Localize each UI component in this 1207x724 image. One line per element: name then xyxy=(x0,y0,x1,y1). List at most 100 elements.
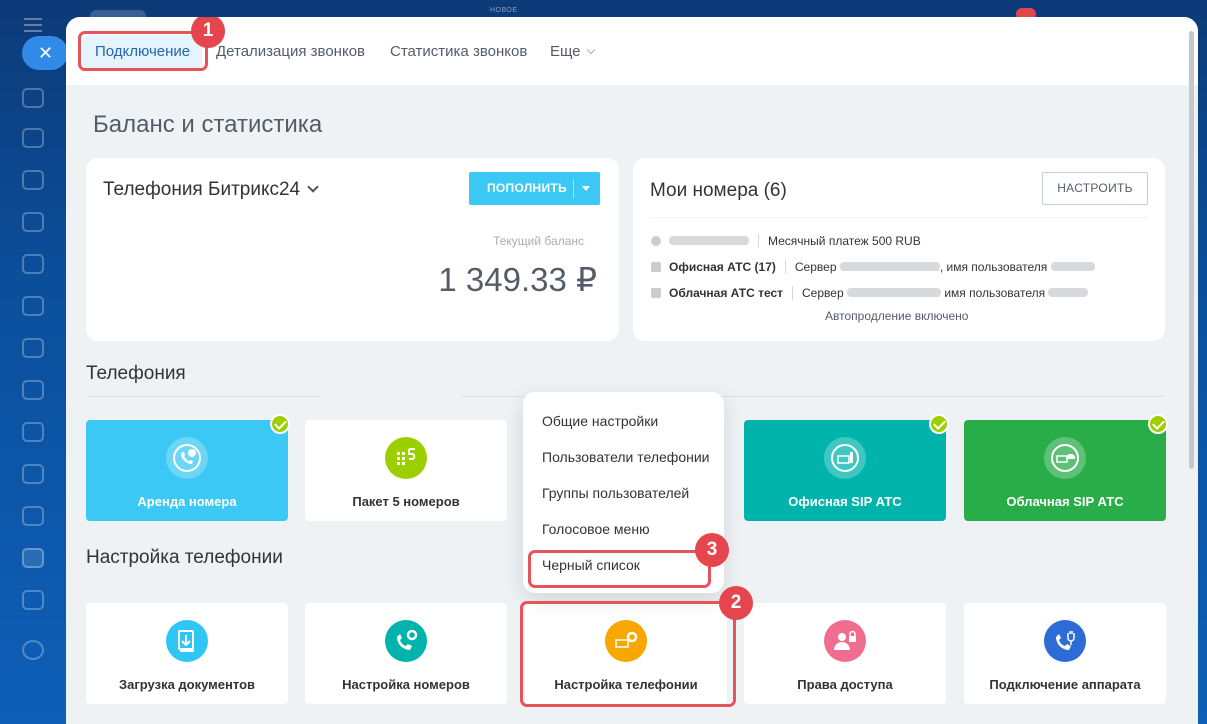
balance-label: Текущий баланс xyxy=(493,234,584,248)
pbx-icon xyxy=(651,288,661,298)
number-name: Офисная АТС (17) xyxy=(669,260,776,274)
section-divider xyxy=(86,396,322,397)
pbx-icon xyxy=(651,262,661,272)
rail-filter-icon[interactable] xyxy=(22,548,44,568)
scrollbar[interactable] xyxy=(1189,31,1194,469)
rail-mail-icon[interactable] xyxy=(22,422,44,442)
my-numbers-card: Мои номера (6) НАСТРОИТЬ Месячный платеж… xyxy=(633,158,1165,341)
tile-label: Облачная SIP АТС xyxy=(1006,494,1124,509)
masked-user xyxy=(1050,262,1095,271)
section-title-telephony: Телефония xyxy=(86,363,186,384)
office-pbx-icon xyxy=(824,437,866,479)
highlight-frame-1 xyxy=(78,31,208,71)
tile-label: Пакет 5 номеров xyxy=(352,494,460,509)
rail-chat-icon[interactable] xyxy=(22,128,44,148)
topup-label: ПОПОЛНИТЬ xyxy=(487,181,567,195)
separator xyxy=(784,260,786,274)
number-detail: Сервер xyxy=(794,260,837,274)
number-row[interactable]: Офисная АТС (17) Сервер , имя пользовател… xyxy=(651,260,1095,274)
number-name: Облачная АТС тест xyxy=(669,286,784,300)
telephony-balance-card: Телефония Битрикс24 ПОПОЛНИТЬ Текущий ба… xyxy=(86,158,619,341)
tile-label: Аренда номера xyxy=(137,494,237,509)
telephony-card-title-text: Телефония Битрикс24 xyxy=(103,179,301,200)
tile-pack-5[interactable]: Пакет 5 номеров xyxy=(305,420,507,521)
tab-bar: Подключение Детализация звонков Статисти… xyxy=(66,17,1198,85)
menu-icon[interactable] xyxy=(24,18,42,32)
callout-badge-3: 3 xyxy=(695,533,729,567)
masked-server xyxy=(846,288,941,297)
rail-tasks-icon[interactable] xyxy=(22,506,44,526)
chevron-down-icon xyxy=(307,181,319,193)
highlight-frame-3 xyxy=(528,550,711,588)
autorenew-status: Автопродление включено xyxy=(825,309,969,323)
balance-value: 1 349.33 ₽ xyxy=(438,261,597,298)
menu-item-telephony-users[interactable]: Пользователи телефонии xyxy=(542,449,709,465)
tile-label: Настройка номеров xyxy=(342,677,470,692)
close-slider-button[interactable]: ✕ xyxy=(22,36,68,70)
tile-cloud-sip-pbx[interactable]: Облачная SIP АТС xyxy=(964,420,1166,521)
number-row[interactable]: Облачная АТС тест Сервер имя пользователя xyxy=(651,286,1089,300)
cloud-pbx-icon xyxy=(1044,437,1086,479)
telephony-card-title[interactable]: Телефония Битрикс24 xyxy=(103,179,319,201)
rail-feed-icon[interactable] xyxy=(22,170,44,190)
chevron-down-icon xyxy=(586,45,595,55)
rail-card-icon[interactable] xyxy=(22,380,44,400)
masked-user xyxy=(1048,288,1089,297)
rail-document-icon[interactable] xyxy=(22,296,44,316)
close-icon: ✕ xyxy=(38,43,54,63)
rail-shield-icon[interactable] xyxy=(22,212,44,232)
highlight-frame-2 xyxy=(520,601,736,707)
check-icon xyxy=(1148,414,1168,434)
rail-board-icon[interactable] xyxy=(22,338,44,358)
pack-5-icon xyxy=(385,437,427,479)
rail-users-icon[interactable] xyxy=(22,464,44,484)
tile-number-settings[interactable]: Настройка номеров xyxy=(305,603,507,704)
number-detail-user: имя пользователя xyxy=(944,286,1046,300)
rail-calendar-icon[interactable] xyxy=(22,254,44,274)
check-icon xyxy=(929,414,949,434)
upload-documents-icon xyxy=(166,620,208,662)
callout-badge-2: 2 xyxy=(719,586,753,620)
tile-label: Загрузка документов xyxy=(118,677,255,692)
left-rail: ✕ xyxy=(0,0,68,724)
menu-item-user-groups[interactable]: Группы пользователей xyxy=(542,485,689,501)
telephony-slider: Подключение Детализация звонков Статисти… xyxy=(66,17,1198,724)
tile-label: Офисная SIP АТС xyxy=(788,494,902,509)
tile-access-rights[interactable]: Права доступа xyxy=(744,603,946,704)
numbers-card-title: Мои номера (6) xyxy=(650,180,787,201)
number-detail: Сервер xyxy=(802,286,844,300)
split-divider xyxy=(573,179,574,198)
menu-item-general-settings[interactable]: Общие настройки xyxy=(542,413,658,429)
tile-device-connect[interactable]: Подключение аппарата xyxy=(964,603,1166,704)
setup-button[interactable]: НАСТРОИТЬ xyxy=(1042,172,1148,205)
divider xyxy=(650,217,1148,218)
check-icon xyxy=(270,414,290,434)
phone-icon xyxy=(651,236,661,246)
tile-office-sip-pbx[interactable]: Офисная SIP АТС xyxy=(744,420,946,521)
tab-call-statistics[interactable]: Статистика звонков xyxy=(390,35,527,69)
tab-more-label: Еще xyxy=(550,43,581,60)
separator xyxy=(758,234,759,248)
masked-server xyxy=(839,262,940,271)
masked-number xyxy=(669,236,749,245)
topup-button[interactable]: ПОПОЛНИТЬ xyxy=(469,172,600,205)
rail-settings-icon[interactable] xyxy=(22,590,44,610)
rail-icon-1[interactable] xyxy=(22,88,44,108)
number-detail: Месячный платеж 500 RUB xyxy=(768,234,921,248)
tile-upload-documents[interactable]: Загрузка документов xyxy=(86,603,288,704)
device-connect-icon xyxy=(1044,620,1086,662)
access-rights-icon xyxy=(824,620,866,662)
number-row[interactable]: Месячный платеж 500 RUB xyxy=(651,234,921,248)
dropdown-arrow-icon[interactable] xyxy=(582,186,590,191)
tab-call-details[interactable]: Детализация звонков xyxy=(216,35,365,69)
number-detail-user: имя пользователя xyxy=(946,260,1048,274)
separator xyxy=(792,286,794,300)
number-settings-icon xyxy=(385,620,427,662)
tile-label: Подключение аппарата xyxy=(989,677,1141,692)
tile-rent-number[interactable]: Аренда номера xyxy=(86,420,288,521)
phone-rent-icon xyxy=(166,437,208,479)
rail-circle-icon[interactable] xyxy=(22,640,44,660)
menu-item-voice-menu[interactable]: Голосовое меню xyxy=(542,521,650,537)
tab-more[interactable]: Еще xyxy=(550,35,595,69)
section-title-settings: Настройка телефонии xyxy=(86,547,283,568)
